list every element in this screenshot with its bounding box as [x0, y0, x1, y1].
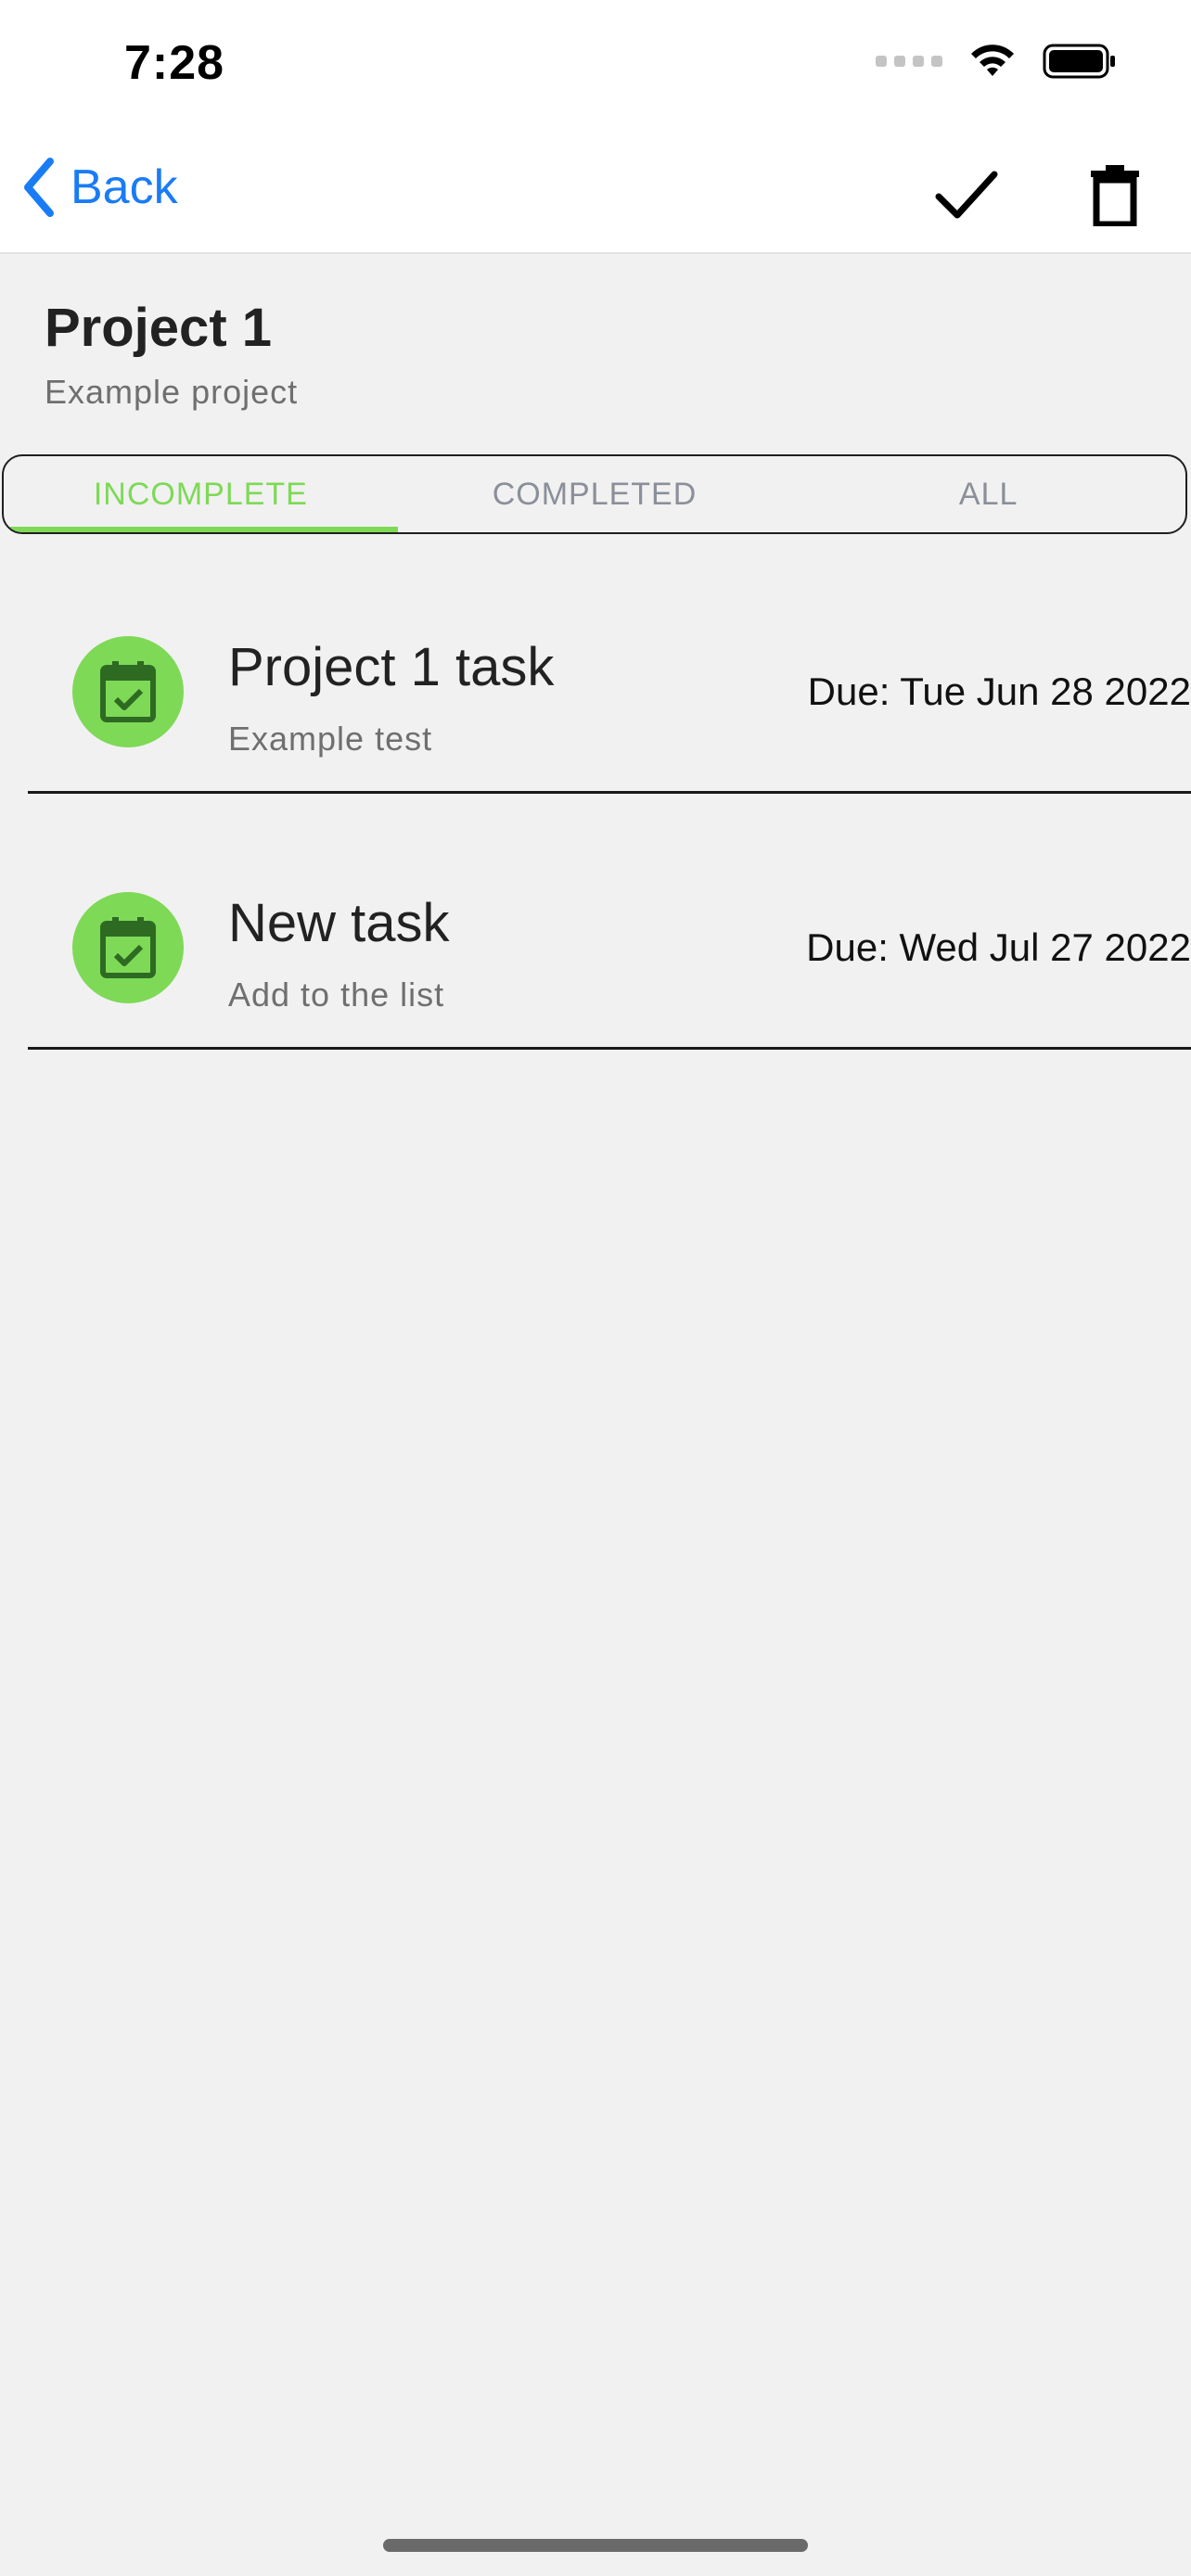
task-subtitle: Example test: [228, 720, 433, 758]
tab-bar: INCOMPLETE COMPLETED ALL: [2, 454, 1187, 534]
tab-completed[interactable]: COMPLETED: [398, 456, 792, 532]
checkmark-icon: [935, 171, 998, 219]
calendar-check-icon: [100, 917, 156, 978]
task-avatar: [72, 636, 184, 747]
tab-incomplete[interactable]: INCOMPLETE: [4, 456, 398, 532]
status-time: 7:28: [124, 36, 225, 90]
task-due-date: Due: Wed Jul 27 2022: [806, 925, 1191, 969]
trash-icon: [1091, 165, 1139, 226]
task-avatar: [72, 892, 184, 1003]
delete-button[interactable]: [1078, 158, 1152, 232]
back-label: Back: [70, 160, 178, 214]
nav-bar: Back: [0, 130, 1191, 254]
signal-icon: [876, 56, 942, 67]
chevron-left-icon: [24, 158, 54, 217]
task-list: Project 1 task Example test Due: Tue Jun…: [28, 538, 1191, 1050]
home-indicator: [383, 2539, 808, 2552]
wifi-icon: [971, 45, 1014, 76]
task-due-date: Due: Tue Jun 28 2022: [807, 670, 1191, 713]
project-header: Project 1 Example project: [45, 295, 298, 412]
task-subtitle: Add to the list: [228, 976, 445, 1014]
task-title: Project 1 task: [228, 637, 555, 697]
calendar-check-icon: [100, 661, 156, 722]
complete-button[interactable]: [929, 158, 1004, 232]
back-button[interactable]: Back: [20, 158, 178, 217]
task-title: New task: [228, 893, 450, 953]
tab-all[interactable]: ALL: [791, 456, 1185, 532]
status-bar: 7:28: [0, 0, 1191, 130]
list-item[interactable]: New task Add to the list Due: Wed Jul 27…: [28, 794, 1191, 1050]
battery-icon: [1043, 44, 1115, 79]
status-icons: [876, 43, 1117, 80]
project-title: Project 1: [45, 298, 272, 358]
project-description: Example project: [45, 373, 299, 411]
list-item[interactable]: Project 1 task Example test Due: Tue Jun…: [28, 538, 1191, 794]
